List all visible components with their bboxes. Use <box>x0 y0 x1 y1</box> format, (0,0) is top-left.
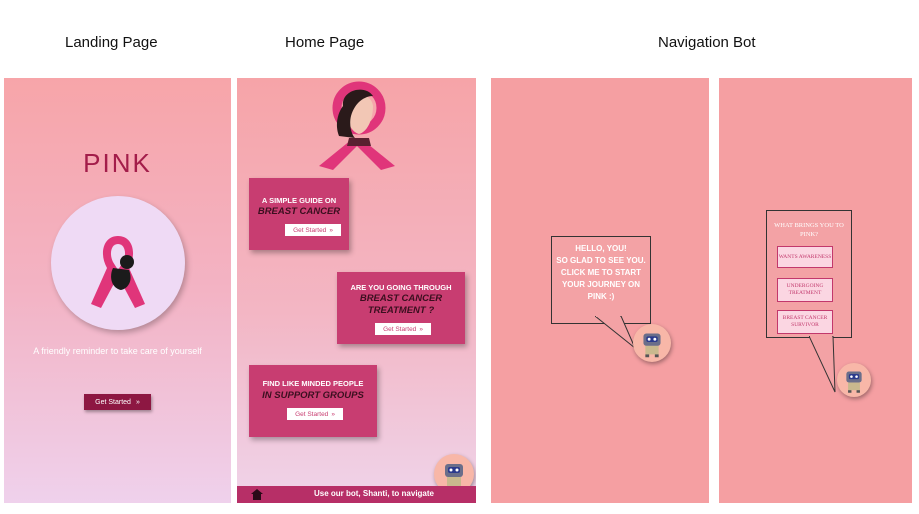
option-awareness[interactable]: WANTS AWARENESS <box>777 246 833 268</box>
card-treatment-button[interactable]: Get Started » <box>375 323 431 335</box>
home-screen: A SIMPLE GUIDE ON BREAST CANCER Get Star… <box>237 78 476 503</box>
card-guide-button[interactable]: Get Started » <box>285 224 341 236</box>
greeting-bubble[interactable]: HELLO, YOU! SO GLAD TO SEE YOU. CLICK ME… <box>551 236 651 324</box>
card-support-line2: IN SUPPORT GROUPS <box>262 390 364 401</box>
woman-ribbon-icon <box>319 81 395 170</box>
caption-bot: Navigation Bot <box>658 34 756 51</box>
double-chevron-icon: » <box>329 226 333 234</box>
options-question: WHAT BRINGS YOU TO PINK? <box>774 222 844 238</box>
greeting-line-2: SO GLAD TO SEE YOU. <box>556 256 646 265</box>
card-support-button[interactable]: Get Started » <box>287 408 343 420</box>
card-support-button-label: Get Started <box>295 410 329 418</box>
card-treatment-line3: TREATMENT ? <box>367 305 435 316</box>
card-treatment-line1: ARE YOU GOING THROUGH <box>350 283 452 292</box>
shanti-bot-button[interactable] <box>633 324 671 362</box>
get-started-label: Get Started <box>95 398 131 406</box>
caption-home: Home Page <box>285 34 365 51</box>
shanti-bot-button[interactable] <box>837 363 871 397</box>
greeting-line-4: YOUR JOURNEY ON <box>561 280 641 289</box>
caption-landing: Landing Page <box>65 34 158 51</box>
bubble-tail <box>809 336 836 393</box>
card-guide-line1: A SIMPLE GUIDE ON <box>261 196 337 205</box>
home-icon[interactable] <box>251 489 263 500</box>
bot-hint-text: Use our bot, Shanti, to navigate <box>313 489 434 498</box>
card-guide-button-label: Get Started <box>293 226 327 234</box>
pink-logo: PINK <box>83 148 152 178</box>
card-guide-line2: BREAST CANCER <box>257 206 341 217</box>
bot-screen-greeting: HELLO, YOU! SO GLAD TO SEE YOU. CLICK ME… <box>491 78 709 503</box>
landing-screen: PINK A friendly reminder to take care of… <box>4 78 231 503</box>
tagline: A friendly reminder to take care of your… <box>33 346 202 356</box>
bottom-bar: Use our bot, Shanti, to navigate <box>237 486 476 503</box>
card-guide[interactable]: A SIMPLE GUIDE ON BREAST CANCER Get Star… <box>249 178 349 250</box>
card-treatment-line2: BREAST CANCER <box>359 293 443 304</box>
card-support-line1: FIND LIKE MINDED PEOPLE <box>262 379 364 388</box>
card-treatment[interactable]: ARE YOU GOING THROUGH BREAST CANCER TREA… <box>337 272 465 344</box>
ribbon-icon <box>91 236 145 308</box>
greeting-line-5: PINK :) <box>587 292 615 301</box>
double-chevron-icon: » <box>419 325 423 333</box>
robot-icon <box>643 333 661 358</box>
robot-icon <box>846 371 862 393</box>
greeting-line-3: CLICK ME TO START <box>560 268 642 277</box>
card-support[interactable]: FIND LIKE MINDED PEOPLE IN SUPPORT GROUP… <box>249 365 377 437</box>
greeting-line-1: HELLO, YOU! <box>575 244 627 253</box>
option-treatment[interactable]: UNDERGOING TREATMENT <box>777 278 833 302</box>
bot-screen-options: WHAT BRINGS YOU TO PINK? WANTS AWARENESS… <box>719 78 912 503</box>
double-chevron-icon: » <box>135 398 140 406</box>
option-survivor[interactable]: BREAST CANCER SURVIVOR <box>777 310 833 334</box>
ribbon-circle <box>51 196 185 330</box>
double-chevron-icon: » <box>331 410 335 418</box>
get-started-button[interactable]: Get Started » <box>84 394 151 410</box>
card-treatment-button-label: Get Started <box>383 325 417 333</box>
